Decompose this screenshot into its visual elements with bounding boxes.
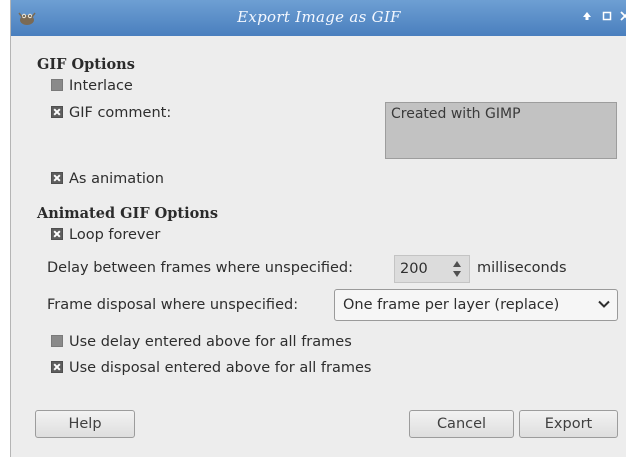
checkbox-checked-icon: [51, 106, 63, 118]
loop-forever-checkbox[interactable]: Loop forever: [51, 226, 160, 244]
checkbox-checked-icon: [51, 228, 63, 240]
delay-spinbutton[interactable]: 200: [394, 255, 470, 283]
checkbox-unchecked-icon: [51, 79, 63, 91]
gif-options-heading: GIF Options: [37, 56, 135, 73]
close-icon[interactable]: [619, 10, 626, 26]
maximize-icon[interactable]: [599, 10, 615, 26]
loop-forever-label: Loop forever: [69, 227, 161, 243]
delay-unit-label: milliseconds: [477, 260, 567, 276]
animated-gif-options-heading: Animated GIF Options: [37, 205, 219, 222]
as-animation-label: As animation: [69, 171, 164, 187]
gif-comment-checkbox[interactable]: GIF comment:: [51, 104, 171, 122]
checkbox-checked-icon: [51, 361, 63, 373]
use-delay-label: Use delay entered above for all frames: [69, 334, 352, 350]
gif-comment-label: GIF comment:: [69, 105, 172, 121]
delay-label: Delay between frames where unspecified:: [47, 260, 354, 276]
use-delay-checkbox[interactable]: Use delay entered above for all frames: [51, 333, 352, 351]
checkbox-checked-icon: [51, 172, 63, 184]
dialog-content: GIF Options Interlace GIF comment: Creat…: [11, 36, 626, 457]
cancel-button[interactable]: Cancel: [409, 410, 514, 438]
as-animation-checkbox[interactable]: As animation: [51, 170, 164, 188]
help-button[interactable]: Help: [35, 410, 135, 438]
disposal-label: Frame disposal where unspecified:: [47, 297, 299, 313]
frame-disposal-value: One frame per layer (replace): [343, 297, 560, 313]
chevron-down-icon: [598, 300, 610, 308]
delay-value[interactable]: 200: [400, 261, 428, 277]
interlace-label: Interlace: [69, 78, 133, 94]
gif-comment-textarea[interactable]: Created with GIMP: [385, 102, 617, 159]
spin-arrows-icon[interactable]: [450, 258, 464, 280]
checkbox-unchecked-icon: [51, 335, 63, 347]
frame-disposal-dropdown[interactable]: One frame per layer (replace): [334, 289, 618, 321]
window-title: Export Image as GIF: [237, 8, 401, 26]
export-gif-dialog: Export Image as GIF GIF Options Interlac…: [10, 0, 626, 457]
use-disposal-label: Use disposal entered above for all frame…: [69, 360, 372, 376]
interlace-checkbox[interactable]: Interlace: [51, 77, 133, 95]
export-button[interactable]: Export: [519, 410, 618, 438]
roll-up-icon[interactable]: [579, 10, 595, 26]
use-disposal-checkbox[interactable]: Use disposal entered above for all frame…: [51, 359, 371, 377]
title-bar[interactable]: Export Image as GIF: [11, 0, 626, 36]
